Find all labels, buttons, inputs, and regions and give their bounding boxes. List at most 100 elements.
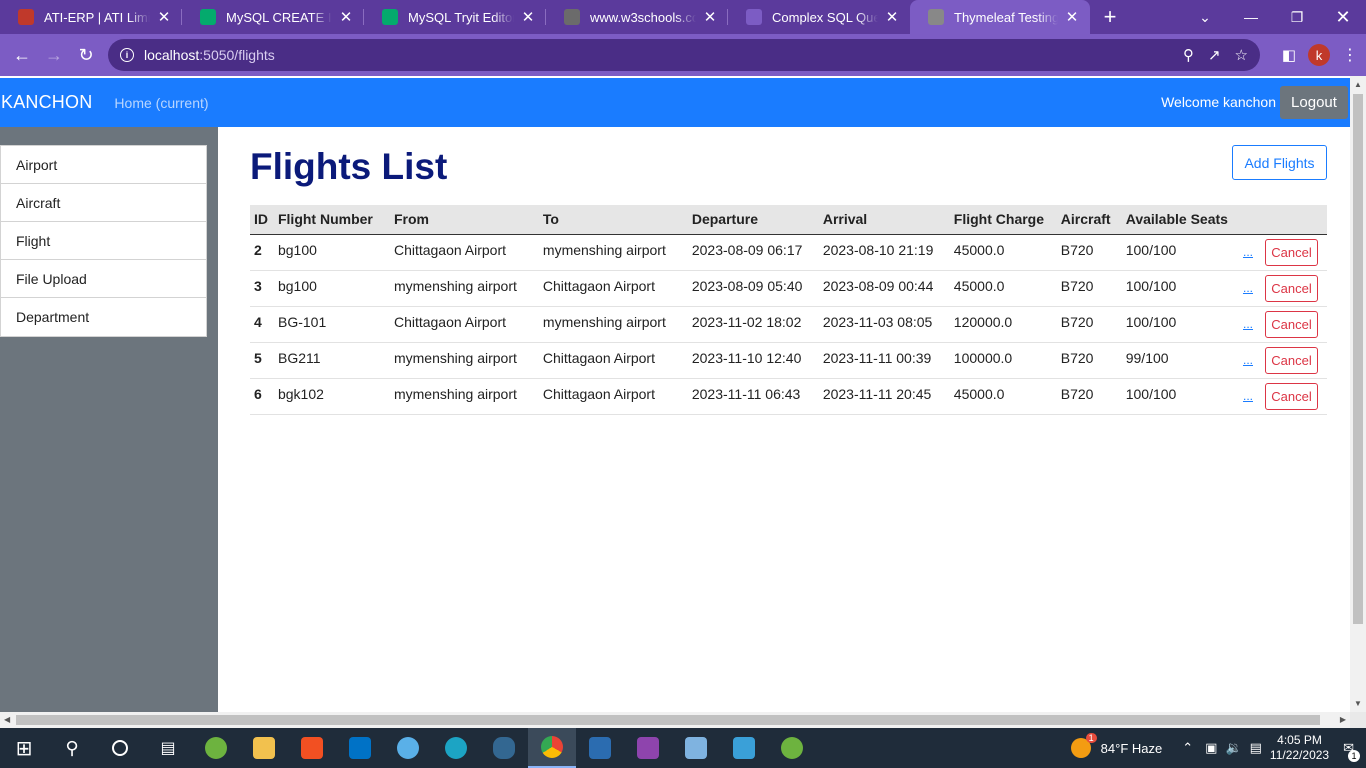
details-link[interactable]: ... [1243,353,1253,367]
weather-text[interactable]: 84°F Haze [1101,741,1163,756]
details-link[interactable]: ... [1243,389,1253,403]
cell-to: mymenshing airport [538,234,688,271]
address-bar[interactable]: i localhost:5050/flights ⚲ ↗ ☆ [108,39,1260,71]
browser-tab[interactable]: www.w3schools.com ✕ [546,0,728,34]
forward-icon[interactable]: → [38,39,70,71]
logout-button[interactable]: Logout [1280,86,1348,119]
horizontal-scrollbar[interactable]: ◀ ▶ [0,712,1350,728]
cancel-button[interactable]: Cancel [1265,310,1318,338]
sidebar-item-airport[interactable]: Airport [1,146,206,184]
sidebar-item-department[interactable]: Department [1,298,206,336]
safari-compass-icon[interactable] [384,728,432,768]
wifi-icon[interactable]: ▤ [1250,740,1262,756]
bookmark-star-icon[interactable]: ☆ [1235,46,1248,64]
browser-tab[interactable]: Thymeleaf Testing pr ✕ [910,0,1090,34]
cell-charge: 45000.0 [949,234,1057,271]
tab-close-icon[interactable]: ✕ [156,8,172,26]
browser-tab[interactable]: ATI-ERP | ATI Limited ✕ [0,0,182,34]
tab-title: www.w3schools.com [590,9,696,25]
menu-kebab-icon[interactable]: ⋮ [1342,45,1358,65]
restore-icon[interactable]: ❐ [1274,0,1320,34]
edge-icon[interactable] [432,728,480,768]
cancel-button[interactable]: Cancel [1265,274,1318,302]
browser-tab[interactable]: Complex SQL Query ✕ [728,0,910,34]
network-icon[interactable]: ▣ [1205,740,1217,756]
virtualbox-icon[interactable] [672,728,720,768]
top-navbar: KANCHON Home (current) Welcome kanchon L… [0,78,1350,127]
tool-app-icon[interactable] [720,728,768,768]
app-window-icon[interactable] [576,728,624,768]
column-header: Flight Number [273,205,390,235]
site-info-icon[interactable]: i [120,48,134,62]
chrome-icon[interactable] [528,728,576,768]
cortana-icon[interactable] [96,728,144,768]
tab-title: MySQL CREATE INDEX [226,9,332,25]
task-view-icon[interactable]: ▤ [144,728,192,768]
windows-start-icon[interactable]: ⊞ [0,728,48,768]
tab-close-icon[interactable]: ✕ [884,8,900,26]
details-link[interactable]: ... [1243,317,1253,331]
column-header: Arrival [818,205,950,235]
file-explorer-icon[interactable] [240,728,288,768]
postgres-icon[interactable] [480,728,528,768]
page-title: Flights List [250,146,448,187]
cancel-button[interactable]: Cancel [1265,238,1318,266]
game-app-icon[interactable] [624,728,672,768]
cell-seats: 100/100 [1121,306,1232,343]
reload-icon[interactable]: ↻ [70,39,102,71]
cell-departure: 2023-11-11 06:43 [687,378,819,415]
clock[interactable]: 4:05 PM 11/22/2023 [1270,733,1329,763]
share-icon[interactable]: ↗ [1208,46,1221,64]
tab-close-icon[interactable]: ✕ [520,8,536,26]
row-actions: ... Cancel [1231,234,1327,271]
sidebar-item-aircraft[interactable]: Aircraft [1,184,206,222]
cell-id: 5 [250,342,274,379]
new-tab-button[interactable]: + [1090,0,1130,34]
web-page: KANCHON Home (current) Welcome kanchon L… [0,76,1350,712]
browser-tab[interactable]: MySQL CREATE INDEX ✕ [182,0,364,34]
notification-icon[interactable]: ✉ 1 [1343,740,1360,762]
add-flights-button[interactable]: Add Flights [1232,145,1327,180]
nav-home-link[interactable]: Home (current) [114,95,208,111]
cell-id: 2 [250,234,274,271]
sidebar-menu: Airport Aircraft Flight File Upload Departme… [0,145,207,337]
spring-boot-icon[interactable] [768,728,816,768]
outlook-icon[interactable] [336,728,384,768]
volume-icon[interactable]: 🔉 [1225,740,1241,756]
back-icon[interactable]: ← [6,39,38,71]
details-link[interactable]: ... [1243,245,1253,259]
url-path: :5050/flights [199,47,275,63]
cell-arrival: 2023-08-10 21:19 [818,234,950,271]
cell-departure: 2023-08-09 05:40 [687,270,819,307]
tray-chevron-icon[interactable]: ⌃ [1182,740,1193,756]
weather-icon[interactable]: 1 [1070,733,1097,758]
sidebar-item-flight[interactable]: Flight [1,222,206,260]
zoom-search-icon[interactable]: ⚲ [1183,46,1194,64]
side-panel-icon[interactable]: ◧ [1282,46,1296,64]
sidebar-item-file-upload[interactable]: File Upload [1,260,206,298]
search-icon[interactable]: ⚲ [48,728,96,768]
horizontal-scroll-thumb[interactable] [16,715,1320,725]
browser-toolbar: ← → ↻ i localhost:5050/flights ⚲ ↗ ☆ [0,34,1366,76]
tab-close-icon[interactable]: ✕ [1064,8,1080,26]
tab-search-icon[interactable]: ⌄ [1182,0,1228,34]
spring-tool-icon[interactable] [192,728,240,768]
close-window-icon[interactable]: ✕ [1320,0,1366,34]
cancel-button[interactable]: Cancel [1265,346,1318,374]
cell-charge: 45000.0 [949,378,1057,415]
cell-to: mymenshing airport [538,306,688,343]
table-row: 3 bg100 mymenshing airport Chittagaon Airpo… [250,270,1327,307]
cancel-button[interactable]: Cancel [1265,382,1318,410]
row-actions: ... Cancel [1231,378,1327,415]
browser-tab[interactable]: MySQL Tryit Editor v1 ✕ [364,0,546,34]
ms-store-icon[interactable] [288,728,336,768]
minimize-icon[interactable]: — [1228,0,1274,34]
tab-close-icon[interactable]: ✕ [702,8,718,26]
vertical-scrollbar[interactable]: ▲ ▼ [1350,76,1366,712]
cell-seats: 100/100 [1121,234,1232,271]
tab-close-icon[interactable]: ✕ [338,8,354,26]
profile-avatar[interactable]: k [1308,44,1330,66]
brand-logo[interactable]: KANCHON [1,92,92,113]
details-link[interactable]: ... [1243,281,1253,295]
vertical-scroll-thumb[interactable] [1353,94,1363,624]
